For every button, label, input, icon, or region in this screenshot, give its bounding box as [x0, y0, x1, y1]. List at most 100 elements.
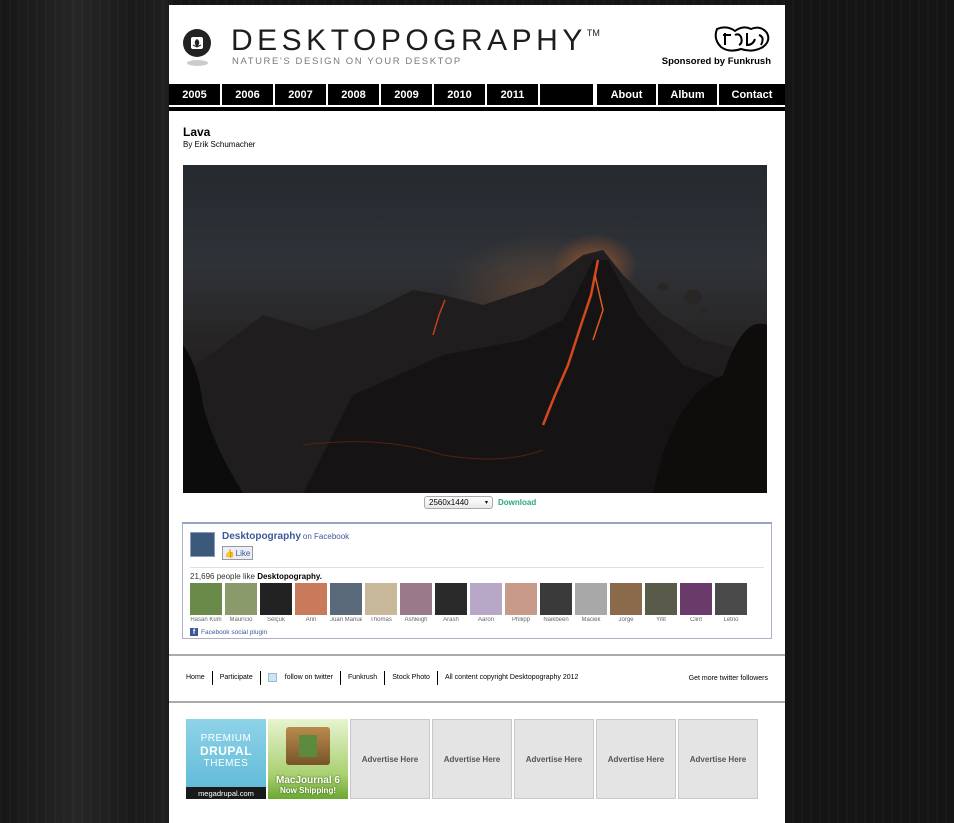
facebook-plugin-label[interactable]: f Facebook social plugin: [190, 628, 267, 636]
nav-about[interactable]: About: [595, 84, 656, 105]
logo-shadow: [187, 60, 208, 66]
drupal-ad-line1: PREMIUM: [200, 733, 252, 744]
facebook-fan[interactable]: Arin: [295, 583, 327, 623]
fan-avatar: [225, 583, 257, 615]
site-title[interactable]: DESKTOPOGRAPHYTM: [231, 24, 600, 58]
footer-home-link[interactable]: Home: [186, 671, 213, 685]
facebook-icon: f: [190, 628, 198, 636]
facebook-fan[interactable]: Arash: [435, 583, 467, 623]
fan-name: Yifit: [656, 617, 666, 623]
fan-name: Maurício: [229, 617, 253, 623]
facebook-fan[interactable]: Aaron: [470, 583, 502, 623]
fan-avatar: [505, 583, 537, 615]
facebook-fan[interactable]: Juan Manue: [330, 583, 362, 623]
resolution-value: 2560x1440: [429, 498, 469, 507]
drupal-ad-line3: THEMES: [203, 758, 249, 769]
fan-avatar: [470, 583, 502, 615]
fan-avatar: [190, 583, 222, 615]
fan-name: Jorge: [618, 617, 634, 623]
macjournal-box-icon: [286, 727, 330, 765]
fan-name: Hasan Kum: [190, 617, 222, 623]
ad-slot-advertise[interactable]: Advertise Here: [678, 719, 758, 799]
nav-year-2008[interactable]: 2008: [328, 84, 381, 105]
nav-year-2007[interactable]: 2007: [275, 84, 328, 105]
like-label: Like: [235, 548, 251, 558]
fan-name: Arin: [305, 617, 317, 623]
fan-avatar: [435, 583, 467, 615]
facebook-like-count: 21,696 people like Desktopography.: [190, 572, 322, 581]
facebook-faces: Hasan Kum Maurício Selçuk Arin Juan Manue Tho…: [190, 583, 747, 623]
facebook-fan[interactable]: Philipp: [505, 583, 537, 623]
facebook-page-link[interactable]: Desktopography on Facebook: [222, 531, 349, 542]
mac-ad-line1: MacJournal 6: [276, 775, 340, 786]
facebook-page-avatar[interactable]: [190, 532, 215, 557]
facebook-on-label: on Facebook: [302, 532, 350, 541]
fan-name: Aaron: [477, 617, 494, 623]
facebook-fan[interactable]: Naikbeen: [540, 583, 572, 623]
resolution-select[interactable]: 2560x1440 ▾: [424, 496, 493, 509]
fan-name: Thomas: [370, 617, 392, 623]
nav-year-2011[interactable]: 2011: [487, 84, 540, 105]
fan-avatar: [610, 583, 642, 615]
footer-funkrush-link[interactable]: Funkrush: [341, 671, 386, 685]
facebook-like-button[interactable]: 👍 Like: [222, 546, 253, 560]
site-tagline: NATURE'S DESIGN ON YOUR DESKTOP: [232, 56, 462, 67]
facebook-fan[interactable]: Yifit: [645, 583, 677, 623]
download-row: 2560x1440 ▾ Download: [424, 496, 536, 509]
nav-year-2006[interactable]: 2006: [222, 84, 275, 105]
page-container: DESKTOPOGRAPHYTM NATURE'S DESIGN ON YOUR…: [169, 5, 785, 823]
fan-avatar: [715, 583, 747, 615]
fan-name: Juan Manue: [330, 617, 362, 623]
main-nav: 2005 2006 2007 2008 2009 2010 2011 About…: [169, 84, 785, 105]
footer-participate-link[interactable]: Participate: [213, 671, 261, 685]
fan-avatar: [540, 583, 572, 615]
wallpaper-preview[interactable]: [183, 165, 767, 493]
site-logo[interactable]: [183, 29, 211, 57]
ad-megadrupal[interactable]: PREMIUM DRUPAL THEMES megadrupal.com: [186, 719, 266, 799]
twitter-icon: [267, 672, 277, 682]
wallpaper-author: By Erik Schumacher: [183, 140, 256, 149]
facebook-fan[interactable]: Letno: [715, 583, 747, 623]
facebook-fan[interactable]: Maurício: [225, 583, 257, 623]
drupal-ad-line2: DRUPAL: [199, 744, 253, 758]
nav-contact[interactable]: Contact: [717, 84, 785, 105]
ad-slot-advertise[interactable]: Advertise Here: [596, 719, 676, 799]
nav-album[interactable]: Album: [656, 84, 717, 105]
facebook-divider: [190, 567, 764, 568]
ad-macjournal[interactable]: MacJournal 6 Now Shipping!: [268, 719, 348, 799]
download-link[interactable]: Download: [498, 498, 536, 507]
nav-empty-slot: [540, 84, 595, 105]
nav-year-2005[interactable]: 2005: [169, 84, 222, 105]
fan-avatar: [400, 583, 432, 615]
twitter-followers-link[interactable]: Get more twitter followers: [689, 675, 768, 682]
facebook-like-box: Desktopography on Facebook 👍 Like 21,696 …: [182, 522, 772, 639]
facebook-fan[interactable]: Maciek: [575, 583, 607, 623]
fan-name: Letno: [723, 617, 739, 623]
facebook-fan[interactable]: Jorge: [610, 583, 642, 623]
mac-ad-line2: Now Shipping!: [280, 786, 336, 795]
footer-copyright: All content copyright Desktopography 201…: [444, 674, 579, 681]
facebook-fan[interactable]: Clint: [680, 583, 712, 623]
ad-slot-advertise[interactable]: Advertise Here: [350, 719, 430, 799]
footer-stock-link[interactable]: Stock Photo: [385, 671, 438, 685]
facebook-fan[interactable]: Selçuk: [260, 583, 292, 623]
fan-avatar: [680, 583, 712, 615]
facebook-fan[interactable]: Thomas: [365, 583, 397, 623]
ad-strip: PREMIUM DRUPAL THEMES megadrupal.com Mac…: [186, 719, 758, 799]
fan-avatar: [330, 583, 362, 615]
facebook-fan[interactable]: Hasan Kum: [190, 583, 222, 623]
footer-divider-top: [169, 654, 785, 656]
nav-year-2009[interactable]: 2009: [381, 84, 434, 105]
nav-year-2010[interactable]: 2010: [434, 84, 487, 105]
fan-avatar: [575, 583, 607, 615]
sponsor-text: Sponsored by Funkrush: [661, 56, 771, 67]
ad-slot-advertise[interactable]: Advertise Here: [514, 719, 594, 799]
ad-slot-advertise[interactable]: Advertise Here: [432, 719, 512, 799]
facebook-fan[interactable]: Ashleigh: [400, 583, 432, 623]
footer-twitter-link[interactable]: follow on twitter: [261, 671, 342, 685]
funkrush-logo-icon[interactable]: [713, 23, 771, 55]
fan-name: Arash: [443, 617, 459, 623]
drupal-ad-url: megadrupal.com: [186, 787, 266, 799]
fan-name: Naikbeen: [543, 617, 569, 623]
nav-divider: [169, 107, 785, 111]
